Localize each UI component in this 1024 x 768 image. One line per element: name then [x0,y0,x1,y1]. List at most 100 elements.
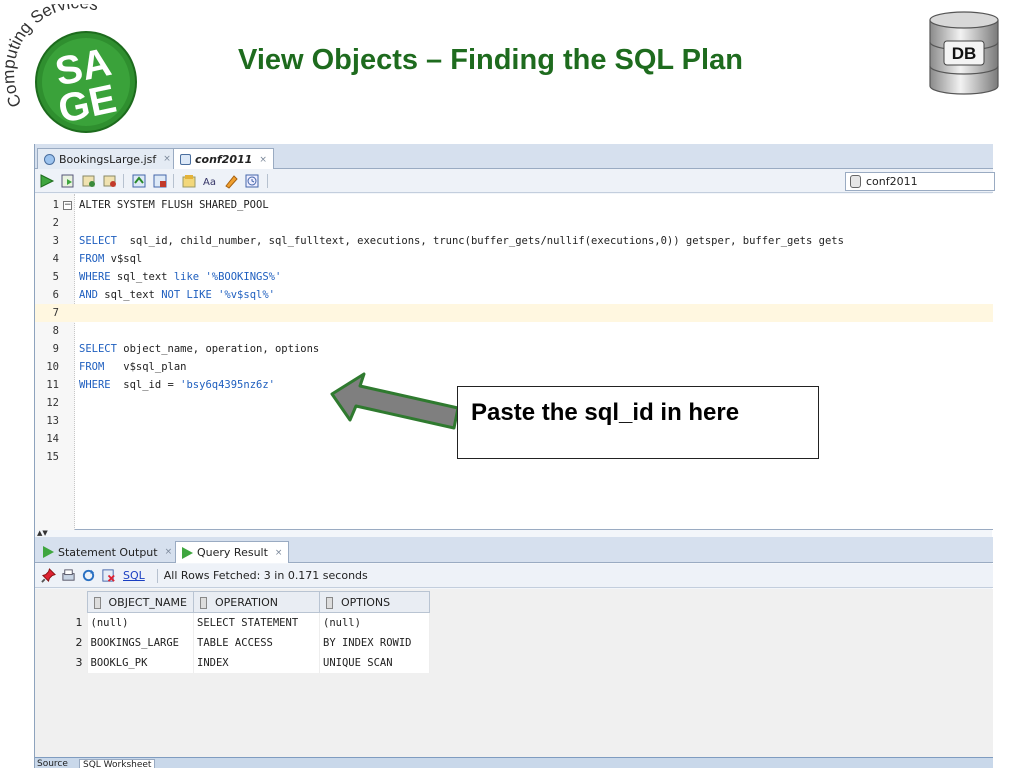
database-icon [850,175,861,188]
table-row[interactable]: 3 BOOKLG_PK INDEX UNIQUE SCAN [35,652,430,673]
connection-name: conf2011 [866,175,918,188]
sql-tuning-icon[interactable] [181,173,197,189]
row-number-header [35,591,87,613]
splitter-handle[interactable]: ▲▼ [35,530,993,537]
explain-plan-icon[interactable] [131,173,147,189]
code-line[interactable]: 6 AND sql_text NOT LIKE '%v$sql%' [35,286,993,304]
fetch-status: All Rows Fetched: 3 in 0.171 seconds [163,569,368,582]
table-cell[interactable]: BY INDEX ROWID [319,632,430,653]
database-icon: DB [929,11,999,95]
tab-bookingslarge[interactable]: BookingsLarge.jsf × [37,148,178,169]
tab-source[interactable]: Source [37,759,68,768]
code-line[interactable]: 3 SELECT sql_id, child_number, sql_fullte… [35,232,993,250]
row-number: 3 [35,652,88,673]
commit-icon[interactable] [81,173,97,189]
tab-sql-worksheet[interactable]: SQL Worksheet [79,759,156,768]
table-cell[interactable]: (null) [319,612,430,633]
column-header-object-name[interactable]: OBJECT_NAME [86,591,194,613]
result-toolbar: SQL All Rows Fetched: 3 in 0.171 seconds [35,564,993,588]
autotrace-icon[interactable] [152,173,168,189]
tab-conf2011[interactable]: conf2011 × [173,148,274,170]
line-number: 4 [52,253,59,265]
result-grid: OBJECT_NAME OPERATION OPTIONS 1 (null) SEL… [35,591,430,673]
refresh-icon[interactable] [81,568,96,583]
column-header-options[interactable]: OPTIONS [319,591,430,613]
bottom-tab-bar: Source SQL Worksheet [35,757,993,768]
result-grid-area: OBJECT_NAME OPERATION OPTIONS 1 (null) SEL… [35,589,993,757]
column-header-operation[interactable]: OPERATION [193,591,320,613]
table-cell[interactable]: (null) [87,612,194,633]
code-text: FROM v$sql [79,253,143,265]
code-text: WHERE sql_text like '%BOOKINGS%' [79,271,282,283]
history-icon[interactable] [244,173,260,189]
sort-icon [93,596,101,609]
row-number: 2 [35,632,88,653]
fold-toggle-icon[interactable]: − [63,201,72,210]
close-icon[interactable]: × [165,547,173,557]
close-icon[interactable]: × [259,155,267,165]
code-line[interactable]: 2 [35,214,993,232]
connection-select[interactable]: conf2011 [845,172,995,191]
line-number: 10 [46,361,59,373]
clear-icon[interactable] [223,173,239,189]
code-line[interactable]: 9 SELECT object_name, operation, options [35,340,993,358]
table-cell[interactable]: INDEX [193,652,320,673]
line-number: 8 [52,325,59,337]
tab-label: Query Result [197,546,268,559]
rollback-icon[interactable] [102,173,118,189]
code-line[interactable]: 5 WHERE sql_text like '%BOOKINGS%' [35,268,993,286]
tab-statement-output[interactable]: Statement Output × [37,541,178,563]
line-number: 11 [46,379,59,391]
tab-label: BookingsLarge.jsf [59,152,157,166]
sql-editor[interactable]: 1 ALTER SYSTEM FLUSH SHARED_POOL 2 3 SELECT … [35,194,993,530]
slide-title: View Objects – Finding the SQL Plan [238,44,743,76]
code-line[interactable]: 7 [35,304,993,322]
close-icon[interactable]: × [275,548,283,558]
table-cell[interactable]: BOOKLG_PK [87,652,194,673]
code-text: FROM v$sql_plan [79,361,187,373]
code-line[interactable]: 4 FROM v$sql [35,250,993,268]
sort-icon [200,596,207,609]
table-row[interactable]: 2 BOOKINGS_LARGE TABLE ACCESS BY INDEX ROWI… [35,632,430,653]
change-case-icon[interactable]: Aa [202,173,218,189]
line-number: 15 [46,451,59,463]
line-number: 2 [52,217,59,229]
editor-tab-bar: BookingsLarge.jsf × conf2011 × [35,144,993,170]
line-number: 5 [52,271,59,283]
close-icon[interactable]: × [163,154,171,164]
code-line[interactable]: 8 [35,322,993,340]
sql-link[interactable]: SQL [123,569,145,582]
table-row[interactable]: 1 (null) SELECT STATEMENT (null) [35,612,430,633]
code-line[interactable]: 1 ALTER SYSTEM FLUSH SHARED_POOL [35,196,993,214]
table-cell[interactable]: TABLE ACCESS [193,632,320,653]
line-number: 9 [52,343,59,355]
worksheet-icon [180,154,191,165]
line-number: 3 [52,235,59,247]
run-statement-icon[interactable] [39,173,55,189]
code-text: SELECT sql_id, child_number, sql_fulltex… [79,235,844,247]
code-text: SELECT object_name, operation, options [79,343,320,355]
svg-text:Aa: Aa [203,177,216,188]
tab-label: conf2011 [195,153,253,166]
line-number: 13 [46,415,59,427]
tab-query-result[interactable]: Query Result × [175,541,290,563]
code-text: AND sql_text NOT LIKE '%v$sql%' [79,289,275,301]
callout-box: Paste the sql_id in here [457,386,819,459]
pin-icon[interactable] [41,568,56,583]
callout-arrow [330,372,460,430]
table-cell[interactable]: UNIQUE SCAN [319,652,430,673]
sort-icon [326,596,333,609]
svg-text:DB: DB [952,44,977,63]
code-text: ALTER SYSTEM FLUSH SHARED_POOL [79,199,269,211]
worksheet-toolbar: Aa conf2011 [35,169,995,193]
table-cell[interactable]: BOOKINGS_LARGE [87,632,194,653]
table-cell[interactable]: SELECT STATEMENT [193,612,320,633]
query-result-icon [182,546,193,559]
code-line[interactable]: 10 FROM v$sql_plan [35,358,993,376]
print-icon[interactable] [61,568,76,583]
export-icon[interactable] [101,568,116,583]
output-icon [43,546,54,558]
run-script-icon[interactable] [60,173,76,189]
result-tab-bar: Statement Output × Query Result × [35,537,993,563]
tab-label: Statement Output [58,545,158,559]
